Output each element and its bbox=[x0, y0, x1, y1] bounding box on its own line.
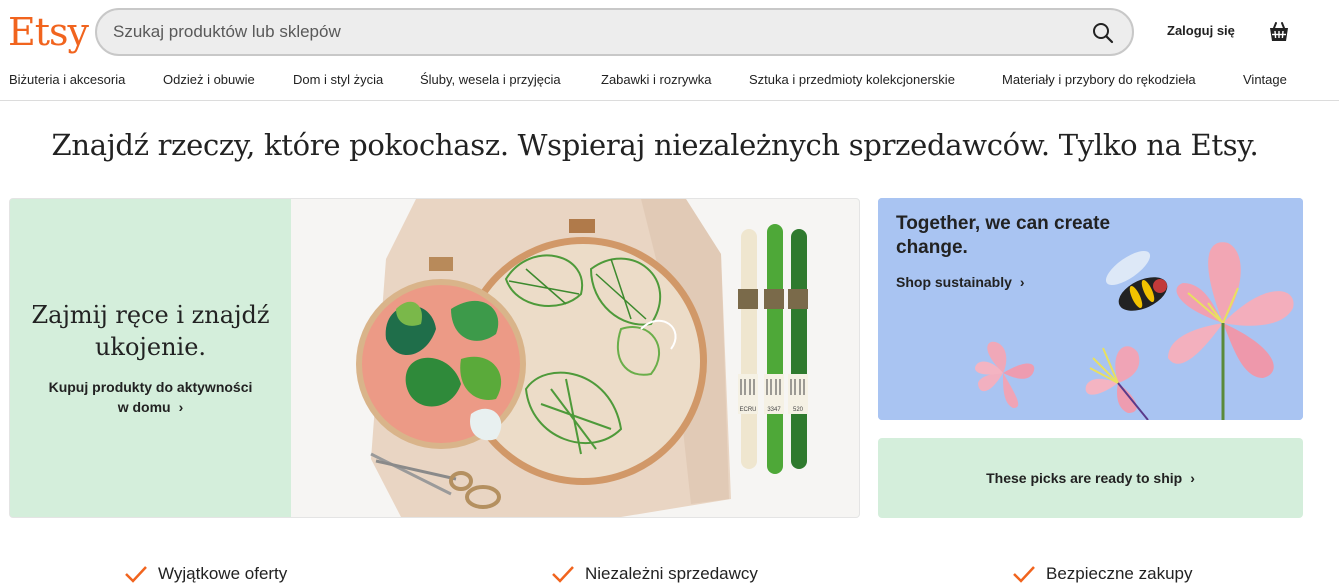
ready-to-ship-card[interactable]: These picks are ready to ship › bbox=[878, 438, 1303, 518]
ready-to-ship-label: These picks are ready to ship bbox=[986, 470, 1183, 486]
hero-link-line1: Kupuj produkty do aktywności bbox=[48, 379, 253, 395]
chevron-right-icon: › bbox=[1019, 274, 1025, 290]
category-toys[interactable]: Zabawki i rozrywka bbox=[601, 72, 712, 87]
category-clothing[interactable]: Odzież i obuwie bbox=[163, 72, 255, 87]
hero-link[interactable]: Kupuj produkty do aktywności w domu › bbox=[40, 377, 261, 417]
basket-icon[interactable] bbox=[1266, 18, 1292, 44]
value-prop-label: Wyjątkowe oferty bbox=[158, 564, 288, 583]
value-prop-independent: Niezależni sprzedawcy bbox=[551, 564, 758, 584]
category-jewelry[interactable]: Biżuteria i akcesoria bbox=[9, 72, 125, 87]
search-icon bbox=[1093, 23, 1114, 44]
page-headline: Znajdź rzeczy, które pokochasz. Wspieraj… bbox=[51, 128, 1259, 162]
search-bar bbox=[95, 8, 1134, 56]
category-home[interactable]: Dom i styl życia bbox=[293, 72, 383, 87]
etsy-logo[interactable]: Etsy bbox=[8, 10, 89, 54]
shop-sustainably-label: Shop sustainably bbox=[896, 274, 1012, 290]
signin-link[interactable]: Zaloguj się bbox=[1167, 23, 1235, 38]
thread-label-ecru: ECRU bbox=[739, 407, 756, 413]
checkmark-icon bbox=[552, 566, 574, 583]
hero-title-line2: ukojenie. bbox=[94, 333, 207, 361]
category-weddings[interactable]: Śluby, wesela i przyjęcia bbox=[420, 72, 561, 87]
hero-link-line2: w domu bbox=[117, 399, 171, 415]
thread-label-3347: 3347 bbox=[767, 407, 781, 413]
value-prop-label: Bezpieczne zakupy bbox=[1046, 564, 1193, 583]
value-prop-unique: Wyjątkowe oferty bbox=[124, 564, 287, 584]
checkmark-icon bbox=[1013, 566, 1035, 583]
shop-sustainably-link[interactable]: Shop sustainably › bbox=[896, 274, 1025, 290]
category-art[interactable]: Sztuka i przedmioty kolekcjonerskie bbox=[749, 72, 955, 87]
category-nav: Biżuteria i akcesoria Odzież i obuwie Do… bbox=[0, 62, 1339, 101]
checkmark-icon bbox=[125, 566, 147, 583]
thread-label-520: 520 bbox=[793, 407, 804, 413]
hero-title-line1: Zajmij ręce i znajdź bbox=[31, 301, 270, 329]
hero-text-panel: Zajmij ręce i znajdź ukojenie. Kupuj pro… bbox=[10, 199, 291, 517]
category-vintage[interactable]: Vintage bbox=[1243, 72, 1287, 87]
embroidery-hoops-image: ECRU 3347 520 bbox=[291, 199, 859, 517]
search-input[interactable] bbox=[113, 10, 1073, 54]
chevron-right-icon: › bbox=[1190, 470, 1195, 486]
category-craft-supplies[interactable]: Materiały i przybory do rękodzieła bbox=[1002, 72, 1196, 87]
sustainability-card[interactable]: Together, we can create change. Shop sus… bbox=[878, 198, 1303, 420]
hero-title: Zajmij ręce i znajdź ukojenie. bbox=[10, 299, 291, 363]
search-button[interactable] bbox=[1088, 18, 1118, 48]
sustainability-title: Together, we can create change. bbox=[896, 213, 1111, 258]
value-prop-label: Niezależni sprzedawcy bbox=[585, 564, 758, 583]
value-prop-secure: Bezpieczne zakupy bbox=[1012, 564, 1192, 584]
hero-banner[interactable]: Zajmij ręce i znajdź ukojenie. Kupuj pro… bbox=[9, 198, 860, 518]
chevron-right-icon: › bbox=[178, 399, 184, 415]
